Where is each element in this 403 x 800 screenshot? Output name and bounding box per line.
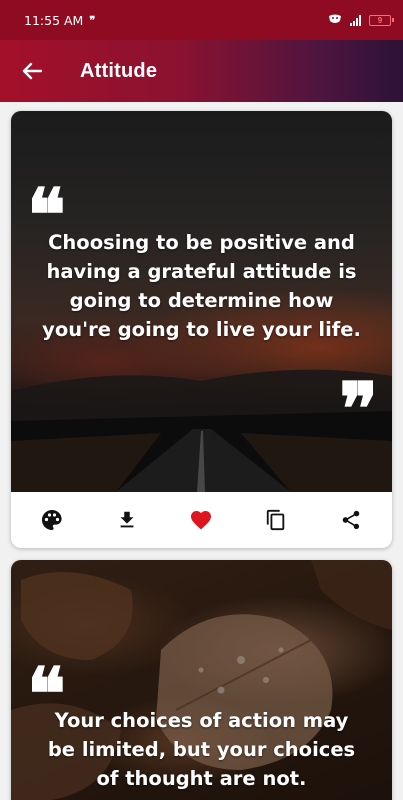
quote-card: ❝ Your choices of action may be limited,…	[11, 560, 392, 800]
status-icons: 9	[328, 13, 394, 28]
copy-button[interactable]	[251, 495, 301, 545]
battery-icon: 9	[369, 14, 394, 26]
status-bar: 11:55 AM ❞ 9	[0, 0, 403, 40]
arrow-back-icon	[22, 62, 42, 80]
page-title: Attitude	[80, 59, 158, 82]
share-button[interactable]	[326, 495, 376, 545]
download-button[interactable]	[102, 495, 152, 545]
back-button[interactable]	[0, 40, 64, 102]
mask-icon	[328, 13, 342, 28]
share-icon	[342, 510, 359, 530]
palette-icon	[42, 510, 62, 530]
quote-actions	[11, 492, 392, 548]
app-bar: Attitude	[0, 40, 403, 102]
favorite-icon	[191, 511, 212, 530]
quote-text: Your choices of action may be limited, b…	[47, 709, 356, 790]
notification-icon: ❞	[89, 14, 96, 27]
quote-image[interactable]: ❝ Your choices of action may be limited,…	[11, 560, 392, 800]
download-icon	[120, 511, 134, 528]
quote-image[interactable]: ❝ Choosing to be positive and having a g…	[11, 111, 392, 492]
palette-button[interactable]	[27, 495, 77, 545]
quote-text: Choosing to be positive and having a gra…	[42, 231, 361, 341]
favorite-button[interactable]	[176, 495, 226, 545]
quote-card: ❝ Choosing to be positive and having a g…	[11, 111, 392, 548]
battery-level: 9	[377, 15, 383, 25]
signal-icon	[350, 14, 361, 26]
copy-icon	[266, 509, 285, 531]
status-time: 11:55 AM	[24, 12, 84, 28]
close-quote-icon: ❞	[339, 366, 378, 451]
